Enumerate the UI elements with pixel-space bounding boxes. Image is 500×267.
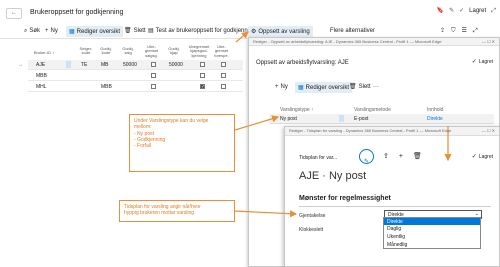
- arrow-to-recurrence: [234, 210, 298, 218]
- annotation-arrows: [234, 31, 452, 218]
- arrow-to-notification-setup: [235, 31, 249, 43]
- arrow-to-notification-type: [234, 115, 280, 131]
